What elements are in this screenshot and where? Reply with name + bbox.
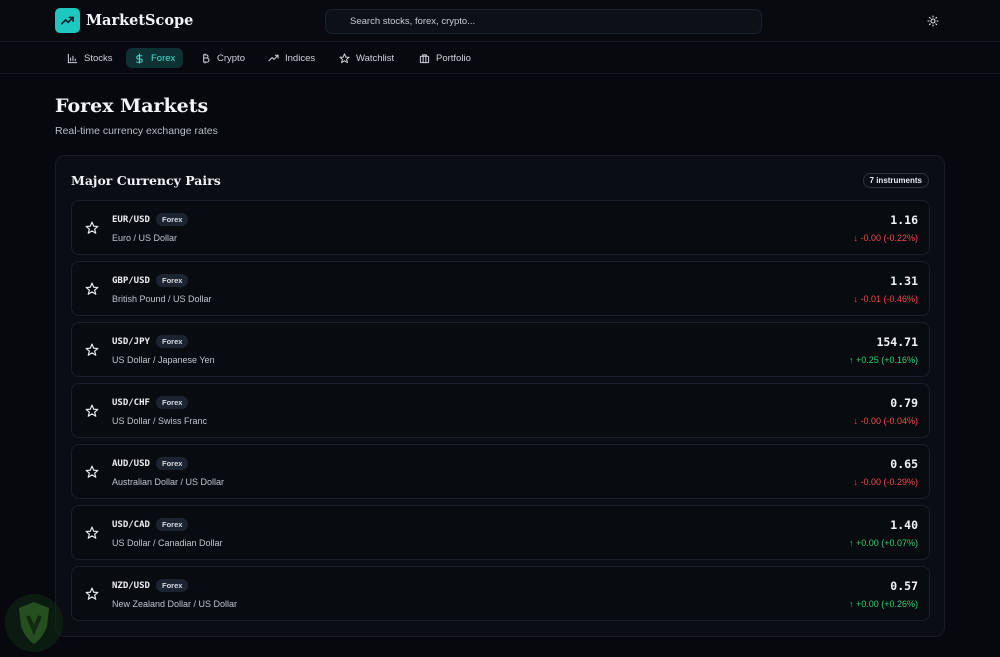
pair-price: 0.65 (890, 457, 918, 471)
pair-change: ↓ -0.00 (-0.29%) (853, 477, 918, 487)
change-value: +0.00 (+0.07%) (855, 538, 918, 548)
pair-price: 0.79 (890, 396, 918, 410)
list-item[interactable]: AUD/USD Forex Australian Dollar / US Dol… (71, 444, 930, 499)
pair-symbol: EUR/USD (112, 215, 150, 225)
pair-price: 1.40 (890, 518, 918, 532)
search-input[interactable] (350, 10, 750, 33)
star-icon[interactable] (85, 221, 99, 235)
list-item[interactable]: USD/CHF Forex US Dollar / Swiss Franc 0.… (71, 383, 930, 438)
type-badge: Forex (156, 518, 189, 531)
top-bar: MarketScope (0, 0, 1000, 42)
pair-name: New Zealand Dollar / US Dollar (112, 599, 238, 609)
list-item[interactable]: USD/CAD Forex US Dollar / Canadian Dolla… (71, 505, 930, 560)
arrow-up-icon: ↑ (848, 538, 856, 548)
pair-symbol: USD/CHF (112, 398, 150, 408)
bitcoin-icon (203, 52, 210, 64)
main-nav: Stocks Forex Crypto Indices Watchlist Po… (0, 42, 1000, 74)
pair-name: US Dollar / Japanese Yen (112, 355, 215, 365)
nav-item-watchlist[interactable]: Watchlist (331, 48, 402, 68)
star-icon[interactable] (85, 404, 99, 418)
change-value: -0.01 (-0.46%) (860, 294, 918, 304)
pair-symbol: USD/JPY (112, 337, 150, 347)
pair-change: ↓ -0.01 (-0.46%) (853, 294, 918, 304)
nav-item-indices[interactable]: Indices (260, 48, 323, 68)
pair-symbol: GBP/USD (112, 276, 150, 286)
nav-label-forex: Forex (151, 52, 176, 64)
search-box[interactable] (325, 9, 762, 34)
nav-item-crypto[interactable]: Crypto (192, 48, 253, 68)
type-badge: Forex (156, 213, 189, 226)
pair-change: ↑ +0.25 (+0.16%) (849, 355, 918, 365)
pair-symbol: AUD/USD (112, 459, 150, 469)
pair-change: ↑ +0.00 (+0.07%) (849, 538, 918, 548)
change-value: -0.00 (-0.22%) (860, 233, 918, 243)
pair-change: ↓ -0.00 (-0.22%) (853, 233, 918, 243)
pair-price: 1.31 (890, 274, 918, 288)
panel-title: Major Currency Pairs (71, 173, 221, 188)
pair-price: 1.16 (890, 213, 918, 227)
change-value: +0.25 (+0.16%) (855, 355, 918, 365)
nav-label-crypto: Crypto (217, 52, 245, 64)
star-icon[interactable] (85, 465, 99, 479)
type-badge: Forex (156, 274, 189, 287)
arrow-up-icon: ↑ (848, 599, 856, 609)
nav-item-stocks[interactable]: Stocks (59, 48, 121, 68)
type-badge: Forex (156, 457, 189, 470)
pair-name: British Pound / US Dollar (112, 294, 212, 304)
type-badge: Forex (156, 396, 189, 409)
page-title: Forex Markets (55, 95, 209, 117)
nav-label-stocks: Stocks (84, 52, 113, 64)
change-value: +0.00 (+0.26%) (855, 599, 918, 609)
pair-symbol: USD/CAD (112, 520, 150, 530)
change-value: -0.00 (-0.29%) (860, 477, 918, 487)
page-subtitle: Real-time currency exchange rates (55, 125, 218, 137)
bar-chart-icon (67, 53, 78, 63)
currency-pairs-panel: Major Currency Pairs 7 instruments EUR/U… (55, 155, 945, 637)
nav-item-portfolio[interactable]: Portfolio (411, 48, 479, 68)
pair-name: Euro / US Dollar (112, 233, 178, 243)
pair-name: US Dollar / Canadian Dollar (112, 538, 223, 548)
list-item[interactable]: GBP/USD Forex British Pound / US Dollar … (71, 261, 930, 316)
sun-icon (927, 15, 939, 27)
star-icon[interactable] (85, 526, 99, 540)
pair-change: ↓ -0.00 (-0.04%) (853, 416, 918, 426)
instrument-count-badge: 7 instruments (862, 173, 929, 188)
list-item[interactable]: USD/JPY Forex US Dollar / Japanese Yen 1… (71, 322, 930, 377)
briefcase-icon (419, 53, 430, 63)
nav-label-portfolio: Portfolio (436, 52, 471, 64)
app-name[interactable]: MarketScope (86, 12, 193, 29)
nav-item-forex[interactable]: Forex (126, 48, 184, 68)
type-badge: Forex (156, 335, 189, 348)
watermark-seal (5, 594, 63, 652)
nav-label-watchlist: Watchlist (356, 52, 395, 64)
dollar-icon (136, 52, 143, 64)
trending-up-icon (268, 54, 279, 61)
pair-price: 154.71 (876, 335, 918, 349)
list-item[interactable]: NZD/USD Forex New Zealand Dollar / US Do… (71, 566, 930, 621)
pair-change: ↑ +0.00 (+0.26%) (849, 599, 918, 609)
logo-trending-icon[interactable] (55, 8, 80, 33)
type-badge: Forex (156, 579, 189, 592)
star-icon (339, 52, 350, 63)
pair-price: 0.57 (890, 579, 918, 593)
theme-toggle-button[interactable] (922, 10, 944, 32)
arrow-up-icon: ↑ (848, 355, 856, 365)
nav-label-indices: Indices (285, 52, 316, 64)
star-icon[interactable] (85, 587, 99, 601)
star-icon[interactable] (85, 282, 99, 296)
pair-symbol: NZD/USD (112, 581, 150, 591)
change-value: -0.00 (-0.04%) (860, 416, 918, 426)
pair-name: Australian Dollar / US Dollar (112, 477, 225, 487)
star-icon[interactable] (85, 343, 99, 357)
list-item[interactable]: EUR/USD Forex Euro / US Dollar 1.16 ↓ -0… (71, 200, 930, 255)
pair-name: US Dollar / Swiss Franc (112, 416, 208, 426)
